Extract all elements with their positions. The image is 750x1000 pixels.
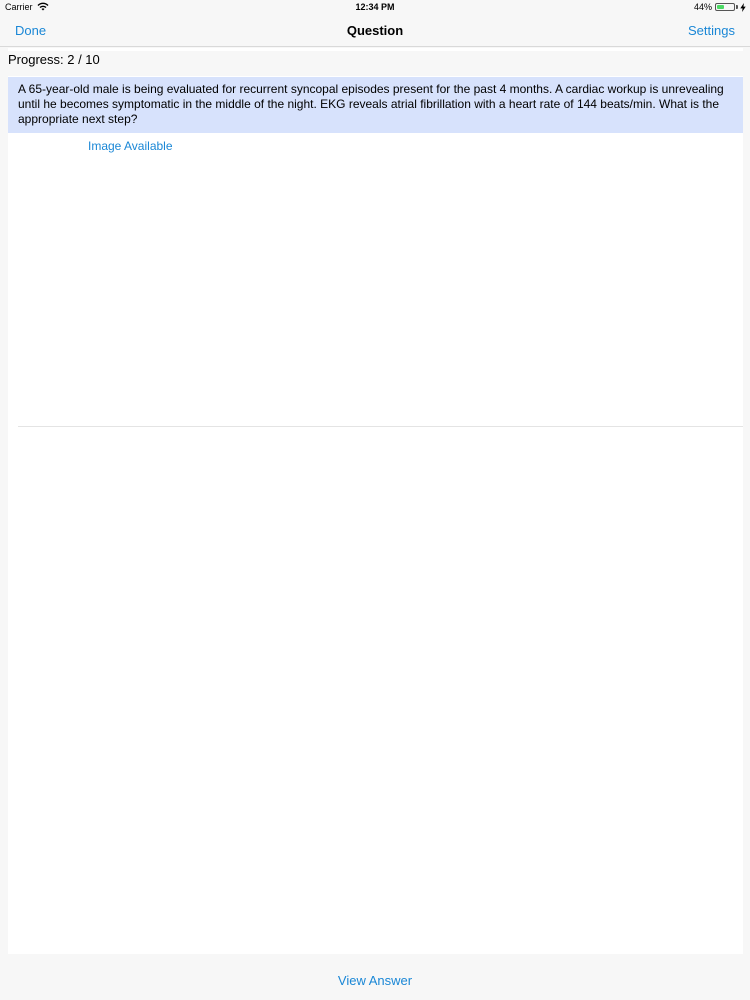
status-right: 44% <box>694 0 746 14</box>
battery-tip <box>736 5 738 9</box>
question-text: A 65-year-old male is being evaluated fo… <box>8 77 743 133</box>
settings-button[interactable]: Settings <box>688 23 735 38</box>
image-available-link[interactable]: Image Available <box>88 139 173 153</box>
battery-fill <box>717 5 724 9</box>
charging-bolt-icon <box>740 2 746 12</box>
status-time: 12:34 PM <box>355 2 395 12</box>
view-answer-button[interactable]: View Answer <box>0 973 750 988</box>
page-title: Question <box>346 23 404 38</box>
progress-label: Progress: 2 / 10 <box>8 51 743 76</box>
battery-percentage: 44% <box>693 2 712 12</box>
navigation-bar: Done Question Settings <box>0 14 750 47</box>
question-content: Progress: 2 / 10 A 65-year-old male is b… <box>8 48 743 954</box>
battery-icon <box>715 3 735 11</box>
bottom-toolbar: View Answer <box>0 954 750 1000</box>
section-divider <box>18 426 743 427</box>
status-bar: Carrier 12:34 PM 44% <box>0 0 750 14</box>
